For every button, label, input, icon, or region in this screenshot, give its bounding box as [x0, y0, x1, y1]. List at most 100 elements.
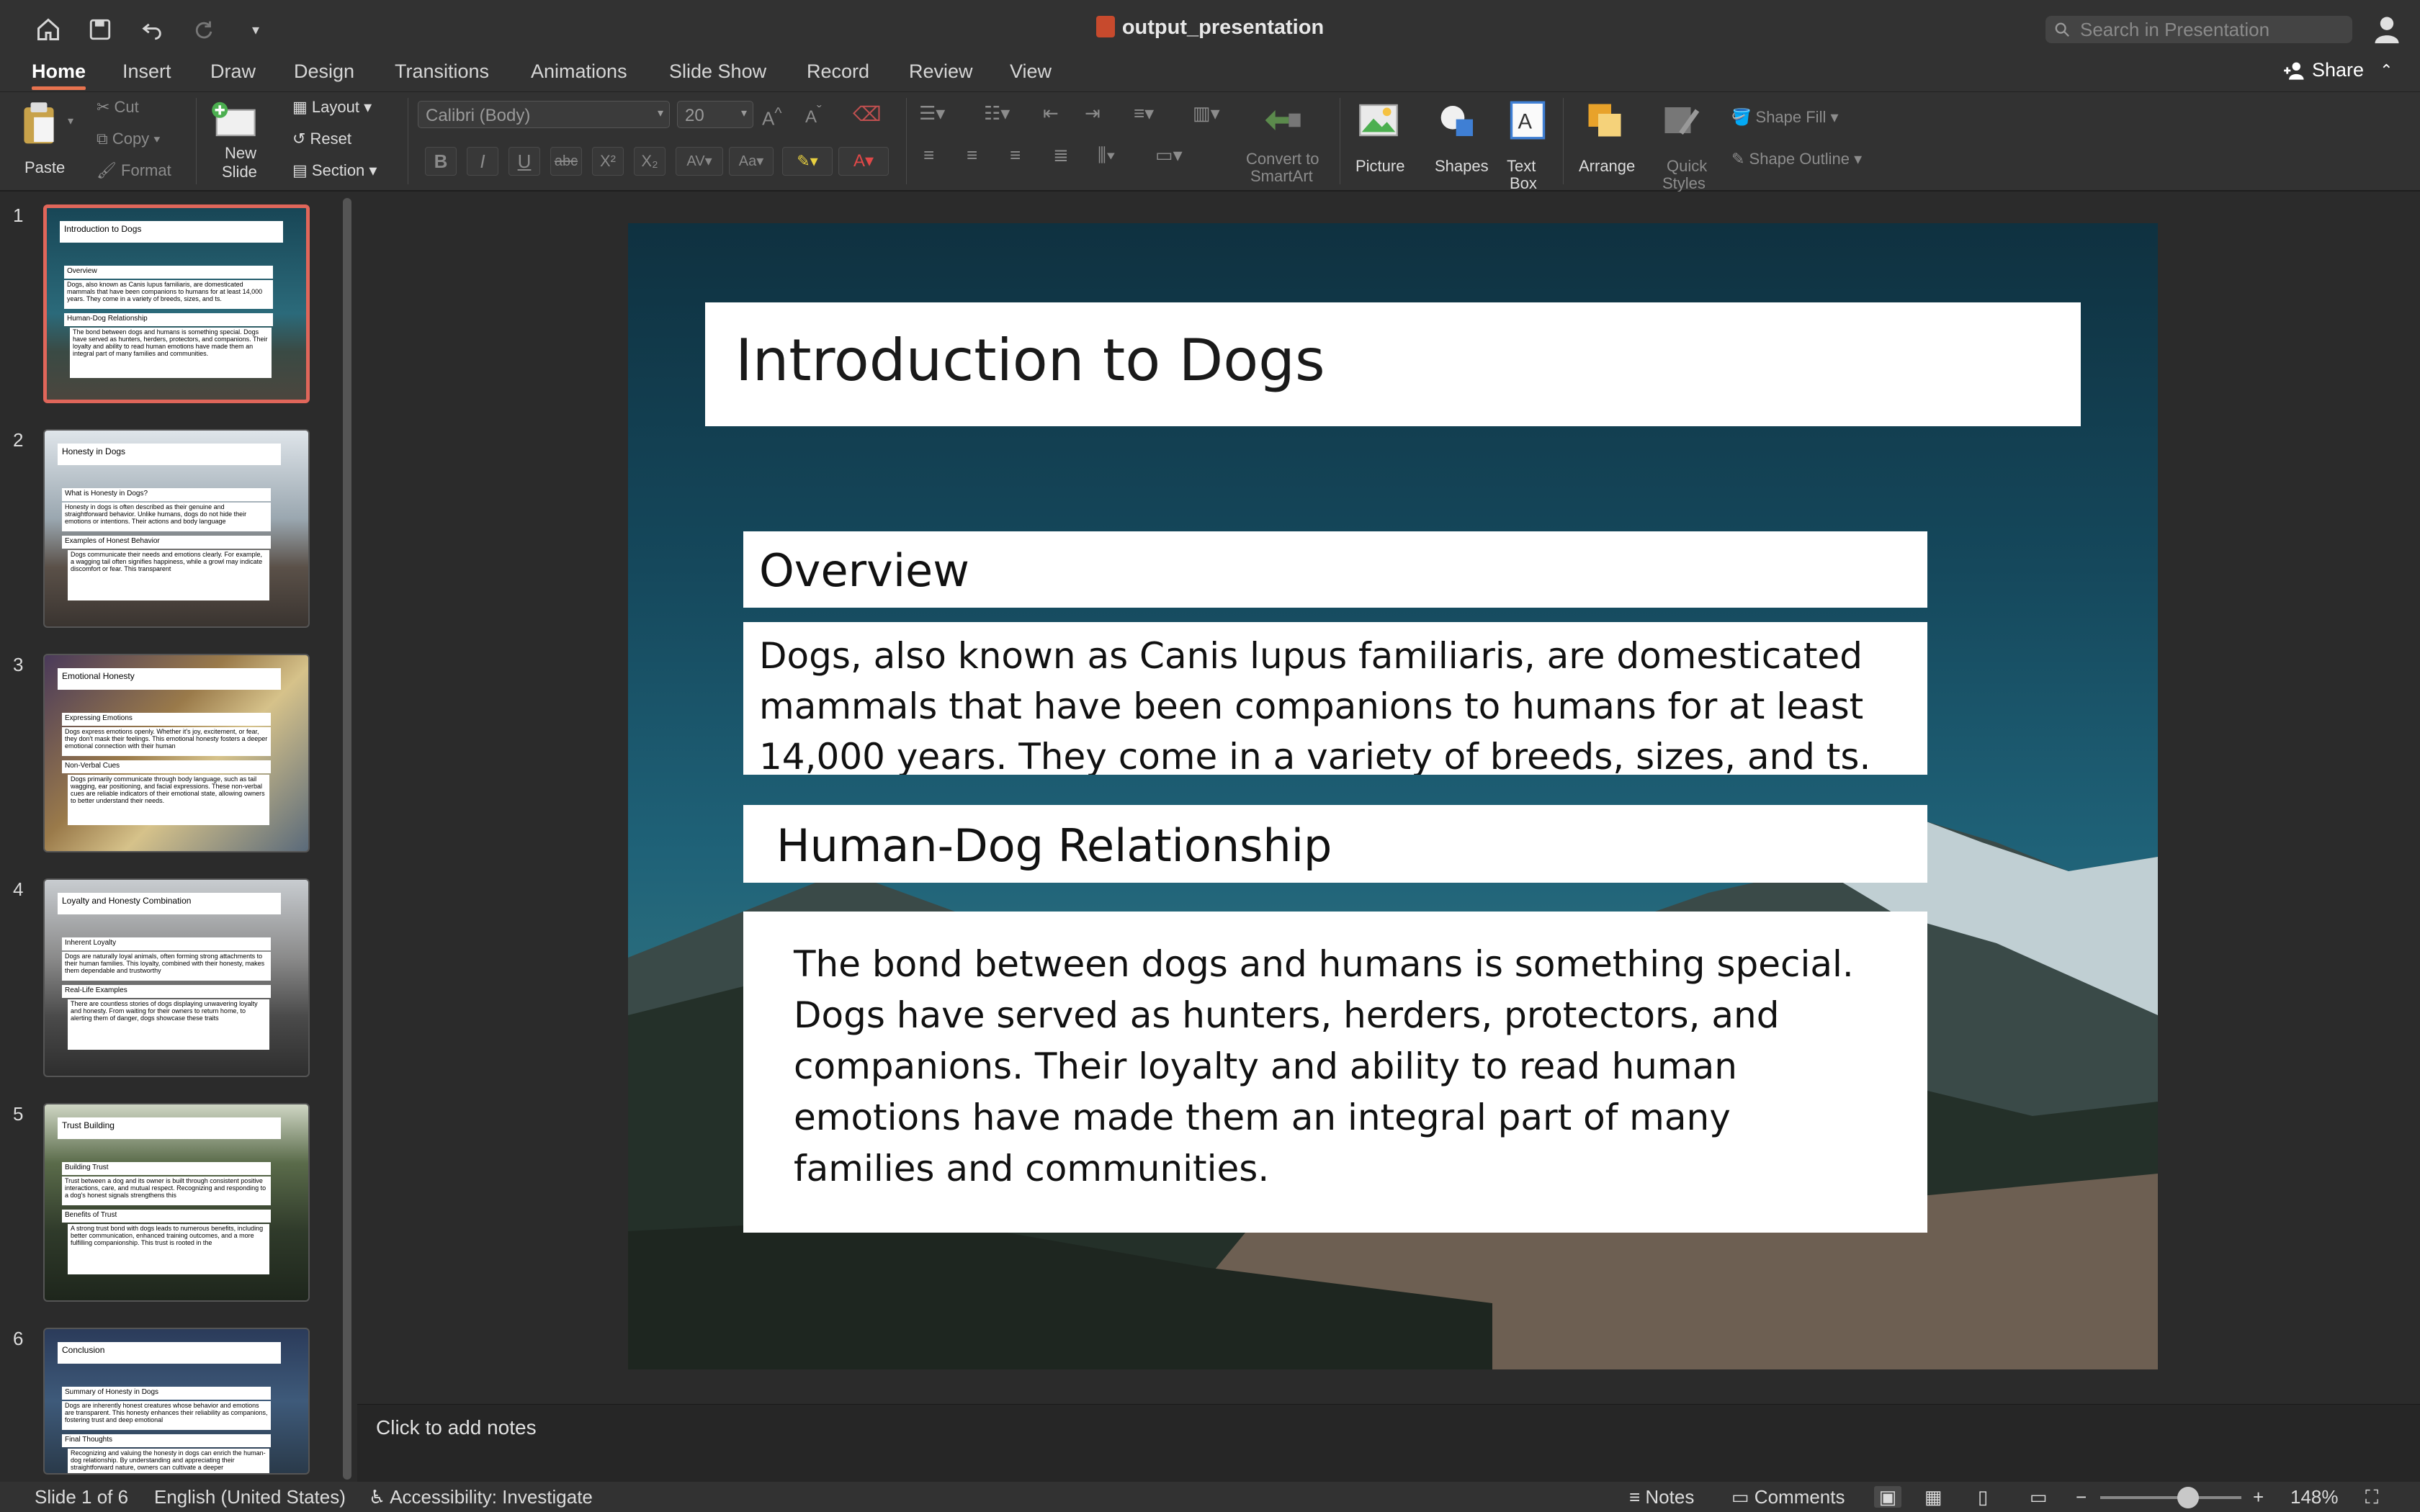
fit-to-window-icon[interactable]: ⛶ — [2365, 1486, 2378, 1509]
thumbnails-scrollbar[interactable] — [343, 198, 351, 1480]
slide-thumbnail[interactable]: Emotional Honesty Expressing Emotions Dogs… — [43, 654, 310, 852]
line-spacing-button[interactable]: ≡▾ — [1134, 102, 1154, 125]
language-indicator[interactable]: English (United States) — [154, 1486, 346, 1508]
overview-heading[interactable]: Overview — [743, 531, 1927, 608]
normal-view-icon[interactable]: ▣ — [1874, 1486, 1901, 1508]
shape-outline-button[interactable]: ✎ Shape Outline ▾ — [1731, 150, 1862, 168]
increase-indent-button[interactable]: ⇥ — [1085, 102, 1101, 125]
tab-draw[interactable]: Draw — [210, 60, 256, 83]
align-right-button[interactable]: ≡ — [1010, 144, 1021, 166]
align-center-button[interactable]: ≡ — [967, 144, 977, 166]
copy-button[interactable]: ⧉ Copy ▾ — [97, 130, 161, 148]
tab-review[interactable]: Review — [909, 60, 973, 83]
font-size-select[interactable]: 20 ▾ — [677, 101, 753, 128]
relationship-heading[interactable]: Human-Dog Relationship — [743, 805, 1927, 883]
text-direction-button[interactable]: ⫼▾ — [1098, 144, 1116, 167]
bullets-button[interactable]: ☰▾ — [919, 102, 945, 125]
document-title-text: output_presentation — [1121, 16, 1325, 39]
clear-formatting-button[interactable]: ⌫ — [853, 102, 882, 126]
quick-styles-label-1: Quick — [1667, 157, 1708, 175]
new-slide-button[interactable]: New Slide — [209, 99, 274, 189]
slide-title[interactable]: Introduction to Dogs — [705, 302, 2081, 426]
reading-view-icon[interactable]: ▯ — [1978, 1486, 1988, 1508]
layout-button[interactable]: ▦ Layout ▾ — [292, 98, 372, 117]
notes-pane[interactable]: Click to add notes — [357, 1404, 2420, 1482]
change-case-button[interactable]: Aa▾ — [729, 147, 774, 176]
svg-text:A: A — [1518, 110, 1533, 133]
bold-button[interactable]: B — [425, 147, 457, 176]
slide-sorter-icon[interactable]: ▦ — [1924, 1486, 1942, 1508]
columns-button[interactable]: ▥▾ — [1193, 102, 1220, 125]
zoom-in-button[interactable]: + — [2253, 1486, 2264, 1508]
comments-button[interactable]: ▭ Comments — [1731, 1486, 1845, 1508]
superscript-button[interactable]: X² — [592, 147, 624, 176]
zoom-out-button[interactable]: − — [2076, 1486, 2087, 1508]
shape-fill-button[interactable]: 🪣 Shape Fill ▾ — [1731, 108, 1839, 127]
subscript-button[interactable]: X₂ — [634, 147, 666, 176]
current-slide[interactable]: Introduction to Dogs Overview Dogs, also… — [628, 223, 2158, 1369]
tab-home[interactable]: Home — [32, 60, 86, 90]
strikethrough-button[interactable]: abc — [550, 147, 582, 176]
picture-button[interactable]: Picture — [1351, 99, 1416, 189]
search-icon — [2055, 22, 2069, 37]
slide-thumbnail[interactable]: Introduction to Dogs Overview Dogs, also k… — [43, 204, 310, 403]
accessibility-button[interactable]: ♿︎ Accessibility: Investigate — [369, 1486, 593, 1508]
tab-slide-show[interactable]: Slide Show — [669, 60, 766, 83]
thumbnail-title: Emotional Honesty — [58, 668, 281, 690]
tab-animations[interactable]: Animations — [531, 60, 627, 83]
font-color-button[interactable]: A▾ — [838, 147, 889, 176]
slide-show-icon[interactable]: ▭ — [2030, 1486, 2048, 1508]
tab-design[interactable]: Design — [294, 60, 354, 83]
text-box-button[interactable]: A Text Box — [1502, 99, 1553, 192]
slide-thumbnail[interactable]: Conclusion Summary of Honesty in Dogs Dogs… — [43, 1328, 310, 1475]
numbering-button[interactable]: ☷▾ — [984, 102, 1010, 125]
notes-toggle-button[interactable]: ≡ Notes — [1629, 1486, 1694, 1508]
section-button[interactable]: ▤ Section ▾ — [292, 161, 377, 180]
tab-transitions[interactable]: Transitions — [395, 60, 489, 83]
cut-button[interactable]: ✂ Cut — [97, 98, 139, 117]
overview-text[interactable]: Dogs, also known as Canis lupus familiar… — [743, 622, 1927, 775]
align-text-button[interactable]: ▭▾ — [1155, 144, 1183, 166]
thumbnail-text: Dogs primarily communicate through body … — [68, 775, 269, 825]
character-spacing-button[interactable]: AV▾ — [676, 147, 723, 176]
reset-button[interactable]: ↺ Reset — [292, 130, 351, 148]
slide-thumbnail[interactable]: Trust Building Building Trust Trust betwee… — [43, 1103, 310, 1302]
shapes-icon — [1440, 106, 1473, 136]
paste-dropdown-icon[interactable]: ▾ — [68, 114, 73, 128]
share-button[interactable]: Share ⌃ — [2283, 59, 2393, 81]
notes-label: Notes — [1645, 1486, 1695, 1508]
decrease-font-button[interactable]: Aˇ — [805, 104, 822, 127]
font-name-select[interactable]: Calibri (Body) ▾ — [418, 101, 670, 128]
paste-label: Paste — [24, 158, 66, 176]
arrange-icon — [1588, 104, 1621, 137]
convert-smartart-button[interactable]: Convert to SmartArt — [1240, 99, 1330, 189]
tab-record[interactable]: Record — [807, 60, 869, 83]
thumbnail-heading: Summary of Honesty in Dogs — [62, 1387, 271, 1400]
tab-insert[interactable]: Insert — [122, 60, 171, 83]
zoom-slider-handle[interactable] — [2177, 1487, 2199, 1508]
slide-thumbnail[interactable]: Loyalty and Honesty Combination Inherent … — [43, 878, 310, 1077]
thumbnail-text: Recognizing and valuing the honesty in d… — [68, 1449, 269, 1473]
italic-button[interactable]: I — [467, 147, 498, 176]
justify-button[interactable]: ≣ — [1053, 144, 1069, 166]
relationship-text[interactable]: The bond between dogs and humans is some… — [743, 912, 1927, 1233]
increase-font-button[interactable]: A^ — [762, 104, 782, 130]
decrease-indent-button[interactable]: ⇤ — [1043, 102, 1059, 125]
collapse-ribbon-icon[interactable]: ⌃ — [2380, 61, 2393, 80]
arrange-button[interactable]: Arrange — [1574, 99, 1646, 189]
text-box-label-2: Box — [1510, 174, 1537, 192]
shapes-button[interactable]: Shapes — [1428, 99, 1500, 189]
quick-styles-button[interactable]: Quick Styles — [1649, 99, 1729, 192]
highlight-color-button[interactable]: ✎▾ — [782, 147, 833, 176]
thumbnail-heading: Overview — [64, 266, 273, 279]
align-left-button[interactable]: ≡ — [923, 144, 934, 166]
format-painter-button[interactable]: 🖌 Format — [97, 161, 171, 180]
paste-button[interactable]: Paste — [16, 101, 73, 187]
profile-icon[interactable] — [2371, 13, 2403, 45]
underline-button[interactable]: U — [508, 147, 540, 176]
slide-thumbnail[interactable]: Honesty in Dogs What is Honesty in Dogs? H… — [43, 429, 310, 628]
search-input[interactable]: Search in Presentation — [2045, 16, 2352, 43]
zoom-slider[interactable] — [2100, 1487, 2241, 1508]
tab-view[interactable]: View — [1010, 60, 1052, 83]
zoom-level[interactable]: 148% — [2290, 1486, 2339, 1508]
